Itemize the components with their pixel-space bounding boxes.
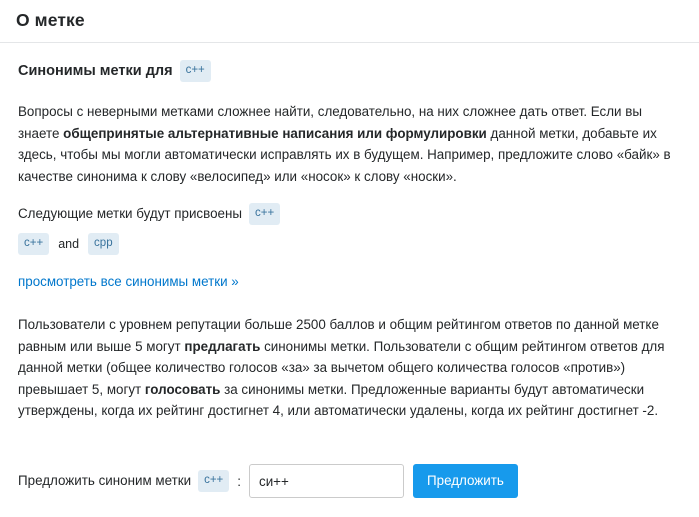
tag-badge-assigned-target[interactable]: c++ bbox=[249, 203, 281, 225]
intro-text-bold: общепринятые альтернативные написания ил… bbox=[63, 125, 487, 141]
tag-pair-conjunction: and bbox=[58, 237, 80, 251]
rep-text-bold-suggest: предлагать bbox=[184, 338, 261, 354]
suggest-synonym-form: Предложить синоним метки c++ : Предложит… bbox=[18, 464, 518, 498]
view-all-synonyms-link[interactable]: просмотреть все синонимы метки » bbox=[18, 272, 239, 292]
tag-badge-heading[interactable]: c++ bbox=[179, 60, 211, 82]
tag-badge-from[interactable]: c++ bbox=[18, 233, 50, 255]
tag-info-page: О метке Синонимы метки для c++ Вопросы с… bbox=[0, 0, 699, 517]
tag-pair-row: c++ and cpp bbox=[18, 233, 683, 255]
reputation-paragraph: Пользователи с уровнем репутации больше … bbox=[18, 314, 683, 422]
suggest-colon: : bbox=[237, 473, 241, 489]
assigned-tags-line: Следующие метки будут присвоены c++ bbox=[18, 203, 683, 225]
suggest-submit-button[interactable]: Предложить bbox=[413, 464, 518, 498]
page-title: О метке bbox=[16, 10, 85, 30]
suggest-synonym-label: Предложить синоним метки bbox=[18, 473, 192, 488]
section-heading: Синонимы метки для c++ bbox=[18, 60, 683, 82]
content-area: Синонимы метки для c++ Вопросы с неверны… bbox=[18, 60, 683, 438]
tag-badge-suggest[interactable]: c++ bbox=[198, 470, 230, 492]
section-heading-label: Синонимы метки для bbox=[18, 63, 173, 79]
assigned-tags-label: Следующие метки будут присвоены bbox=[18, 206, 242, 222]
tag-badge-to[interactable]: cpp bbox=[88, 233, 119, 255]
intro-paragraph: Вопросы с неверными метками сложнее найт… bbox=[18, 101, 683, 187]
title-divider bbox=[0, 42, 699, 43]
rep-text-bold-vote: голосовать bbox=[144, 381, 221, 397]
suggest-synonym-input[interactable] bbox=[249, 464, 404, 498]
